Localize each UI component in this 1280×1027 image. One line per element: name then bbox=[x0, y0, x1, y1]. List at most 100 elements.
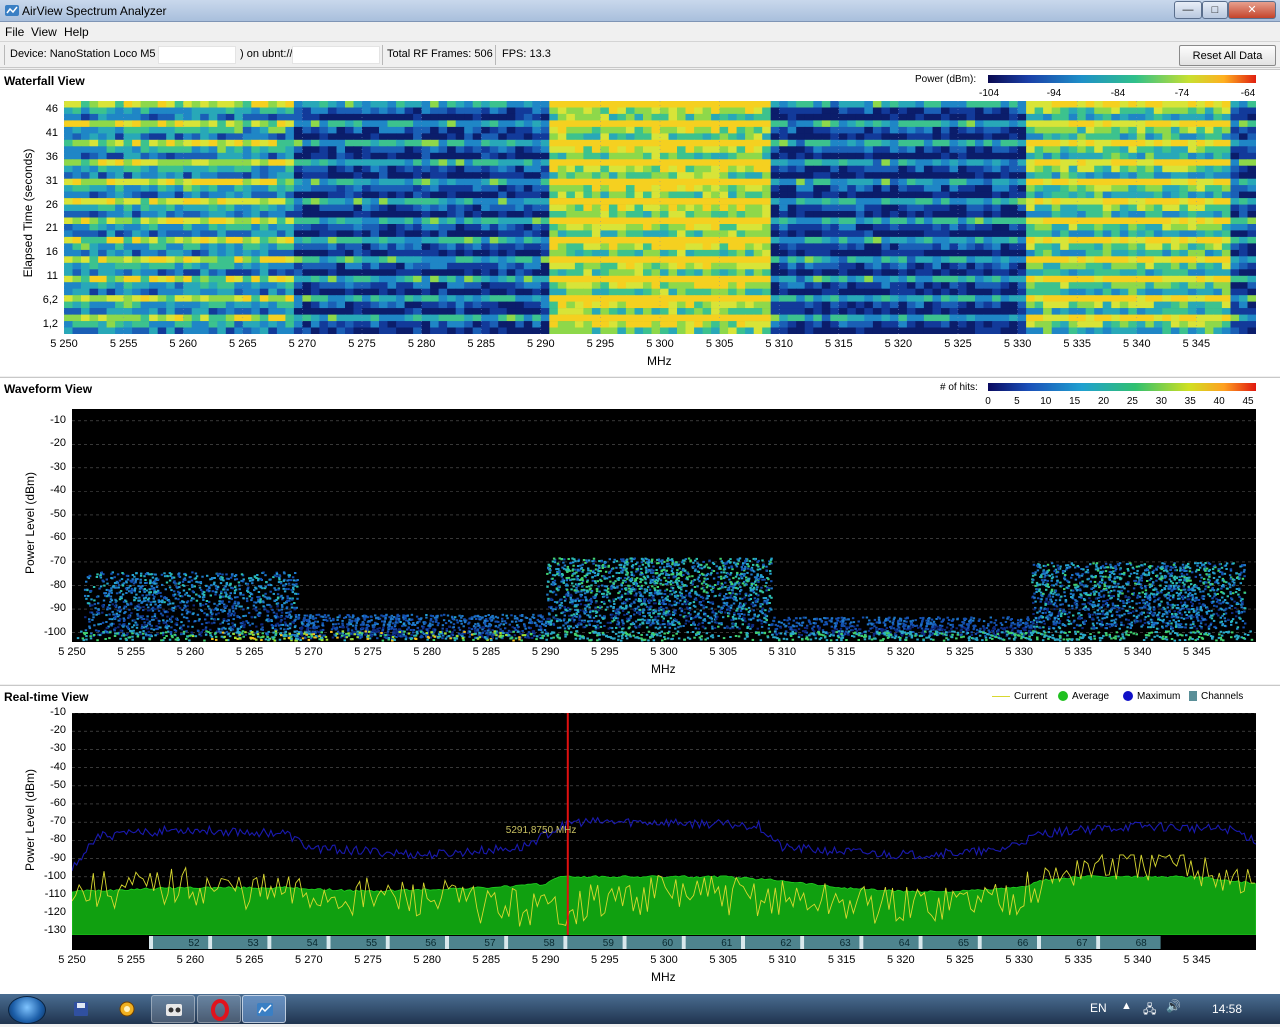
minimize-button[interactable]: — bbox=[1174, 1, 1202, 19]
waterfall-cell bbox=[362, 295, 372, 302]
waterfall-cell bbox=[200, 211, 210, 218]
waterfall-cell bbox=[174, 165, 184, 173]
waterfall-cell bbox=[1153, 185, 1163, 192]
close-button[interactable]: ✕ bbox=[1228, 1, 1276, 19]
waterfall-cell bbox=[685, 172, 695, 179]
waterfall-cell bbox=[600, 159, 610, 167]
waterfall-cell bbox=[183, 178, 193, 186]
waterfall-cell bbox=[557, 133, 567, 141]
menu-file[interactable]: File bbox=[5, 25, 24, 39]
waterfall-cell bbox=[941, 269, 951, 277]
waterfall-cell bbox=[1145, 159, 1155, 167]
waterfall-cell bbox=[566, 288, 576, 296]
waterfall-cell bbox=[89, 146, 99, 154]
waterfall-cell bbox=[1153, 288, 1163, 296]
waterfall-cell bbox=[293, 198, 303, 205]
waterfall-cell bbox=[881, 321, 891, 328]
waterfall-cell bbox=[242, 249, 252, 257]
waterfall-cell bbox=[932, 172, 942, 179]
waterfall-cell bbox=[923, 314, 933, 322]
waterfall-cell bbox=[958, 120, 968, 128]
waterfall-cell bbox=[1204, 256, 1214, 264]
waterfall-cell bbox=[600, 282, 610, 289]
waterfall-cell bbox=[302, 139, 312, 147]
waterfall-cell bbox=[702, 217, 712, 225]
waterfall-cell bbox=[396, 101, 406, 108]
menu-view[interactable]: View bbox=[31, 25, 57, 39]
waterfall-cell bbox=[379, 107, 389, 115]
waterfall-cell bbox=[983, 172, 993, 179]
waterfall-cell bbox=[796, 236, 806, 244]
waterfall-cell bbox=[796, 113, 806, 121]
waterfall-cell bbox=[106, 301, 116, 309]
waterfall-cell bbox=[932, 282, 942, 289]
waterfall-cell bbox=[617, 159, 627, 167]
waterfall-cell bbox=[1111, 185, 1121, 192]
reset-all-data-button[interactable]: Reset All Data bbox=[1179, 45, 1276, 66]
waterfall-cell bbox=[821, 243, 831, 251]
waterfall-cell bbox=[574, 101, 584, 108]
waterfall-cell bbox=[838, 314, 848, 322]
waterfall-cell bbox=[72, 139, 82, 147]
waterfall-cell bbox=[191, 236, 201, 244]
waterfall-cell bbox=[1196, 275, 1206, 283]
waterfall-cell bbox=[259, 230, 269, 238]
waterfall-cell bbox=[915, 101, 925, 108]
waterfall-cell bbox=[1162, 262, 1172, 270]
waterfall-cell bbox=[225, 308, 235, 315]
menu-help[interactable]: Help bbox=[64, 25, 89, 39]
waterfall-cell bbox=[608, 126, 618, 134]
waterfall-cell bbox=[651, 133, 661, 141]
waterfall-cell bbox=[370, 198, 380, 205]
waterfall-cell bbox=[1102, 159, 1112, 167]
waterfall-cell bbox=[932, 217, 942, 225]
waterfall-cell bbox=[591, 146, 601, 154]
waterfall-cell bbox=[617, 133, 627, 141]
waterfall-cell bbox=[949, 120, 959, 128]
waterfall-cell bbox=[813, 321, 823, 328]
waterfall-cell bbox=[677, 249, 687, 257]
waterfall-cell bbox=[1051, 146, 1061, 154]
waterfall-cell bbox=[966, 314, 976, 322]
waterfall-cell bbox=[1247, 256, 1256, 264]
waterfall-cell bbox=[149, 101, 159, 108]
waterfall-cell bbox=[345, 295, 355, 302]
waterfall-cell bbox=[1239, 113, 1249, 121]
waterfall-cell bbox=[464, 113, 474, 121]
waterfall-cell bbox=[1068, 146, 1078, 154]
waterfall-cell bbox=[319, 204, 329, 212]
waterfall-cell bbox=[421, 224, 431, 231]
waterfall-cell bbox=[549, 191, 559, 199]
waterfall-cell bbox=[787, 126, 797, 134]
waterfall-cell bbox=[574, 191, 584, 199]
waterfall-cell bbox=[566, 236, 576, 244]
waterfall-cell bbox=[1204, 282, 1214, 289]
waterfall-cell bbox=[1017, 217, 1027, 225]
waterfall-cell bbox=[413, 126, 423, 134]
waterfall-cell bbox=[855, 295, 865, 302]
waterfall-cell bbox=[753, 198, 763, 205]
waterfall-cell bbox=[549, 133, 559, 141]
waterfall-cell bbox=[796, 295, 806, 302]
waterfall-cell bbox=[906, 126, 916, 134]
maximize-button[interactable]: □ bbox=[1202, 1, 1228, 19]
waterfall-cell bbox=[438, 308, 448, 315]
waterfall-cell bbox=[515, 198, 525, 205]
waterfall-cell bbox=[464, 165, 474, 173]
waterfall-cell bbox=[625, 185, 635, 192]
waterfall-cell bbox=[225, 288, 235, 296]
waterfall-cell bbox=[889, 282, 899, 289]
waterfall-cell bbox=[1230, 211, 1240, 218]
waterfall-plot[interactable] bbox=[64, 101, 1256, 334]
waterfall-cell bbox=[242, 133, 252, 141]
waterfall-cell bbox=[821, 224, 831, 231]
waterfall-cell bbox=[872, 172, 882, 179]
waterfall-cell bbox=[847, 172, 857, 179]
waterfall-cell bbox=[1060, 275, 1070, 283]
waterfall-cell bbox=[1085, 185, 1095, 192]
waterfall-cell bbox=[651, 191, 661, 199]
waterfall-cell bbox=[643, 327, 653, 334]
waterfall-cell bbox=[830, 308, 840, 315]
waterfall-cell bbox=[923, 152, 933, 160]
waterfall-cell bbox=[677, 139, 687, 147]
